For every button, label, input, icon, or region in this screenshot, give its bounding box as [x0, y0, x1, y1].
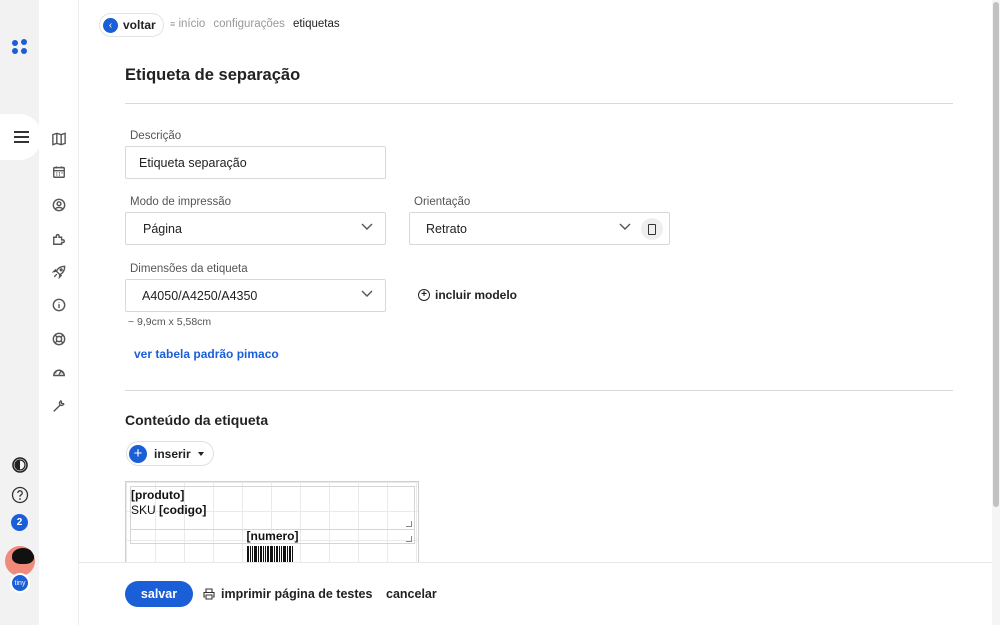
plus-icon: +: [129, 444, 147, 463]
scrollbar-thumb[interactable]: [993, 2, 999, 507]
chevron-down-icon: [361, 223, 373, 230]
dimensions-hint: ~ 9,9cm x 5,58cm: [128, 316, 212, 328]
menu-icon: [13, 136, 29, 138]
plus-circle-icon: +: [418, 289, 430, 301]
add-model-label: incluir modelo: [435, 288, 518, 302]
caret-down-icon: [197, 451, 204, 456]
resize-handle-icon[interactable]: [406, 536, 412, 542]
print-test-label: imprimir página de testes: [221, 587, 373, 601]
print-mode-label: Modo de impressão: [130, 196, 231, 208]
label-preview: [produto] SKU [codigo] [numero]: [125, 481, 419, 566]
lifebuoy-icon[interactable]: [51, 331, 67, 347]
back-label: voltar: [123, 18, 156, 32]
print-test-page-button[interactable]: imprimir página de testes: [203, 587, 372, 601]
info-icon[interactable]: [51, 297, 67, 313]
breadcrumb: ≡ início configurações etiquetas: [170, 18, 340, 30]
insert-label: inserir: [154, 446, 191, 461]
preview-code-field: [codigo]: [159, 503, 207, 517]
section-title: Conteúdo da etiqueta: [125, 412, 269, 428]
rocket-icon[interactable]: [51, 264, 67, 280]
puzzle-icon[interactable]: [51, 231, 67, 247]
contrast-toggle-button[interactable]: [10, 455, 29, 474]
description-label: Descrição: [130, 130, 182, 142]
dimensions-select[interactable]: A4050/A4250/A4350: [125, 279, 386, 312]
cancel-button[interactable]: cancelar: [386, 587, 437, 601]
divider: [125, 390, 953, 391]
user-circle-icon[interactable]: [51, 197, 67, 213]
dimensions-value: A4050/A4250/A4350: [142, 288, 258, 303]
help-button[interactable]: [10, 485, 29, 504]
page-scrollbar[interactable]: [992, 0, 1000, 625]
chevron-down-icon: [619, 223, 631, 230]
help-icon: [11, 486, 28, 503]
orientation-label: Orientação: [414, 196, 471, 208]
hamburger-menu-button[interactable]: [0, 114, 42, 160]
notification-badge[interactable]: 2: [11, 514, 28, 531]
printer-icon: [203, 588, 215, 600]
brand-badge[interactable]: tiny: [10, 573, 30, 593]
print-mode-value: Página: [143, 221, 182, 236]
chevron-down-icon: [361, 290, 373, 297]
print-mode-select[interactable]: Página: [125, 212, 386, 245]
wrench-icon[interactable]: [51, 398, 67, 414]
breadcrumb-current: etiquetas: [292, 18, 340, 30]
preview-number-block[interactable]: [numero]: [130, 529, 415, 544]
avatar[interactable]: [5, 546, 35, 576]
app-logo[interactable]: [11, 38, 29, 56]
breadcrumb-home[interactable]: ≡ início: [170, 18, 205, 30]
contrast-icon: [11, 456, 28, 473]
preview-sku-prefix: SKU: [131, 503, 160, 517]
preview-text-block[interactable]: [produto] SKU [codigo]: [130, 486, 415, 530]
preview-number-field: [numero]: [246, 529, 299, 543]
orientation-value: Retrato: [426, 221, 467, 236]
orientation-select[interactable]: Retrato: [409, 212, 670, 245]
divider: [125, 103, 953, 104]
left-rail: 2 tiny: [0, 0, 42, 625]
pimaco-table-link[interactable]: ver tabela padrão pimaco: [134, 347, 279, 361]
insert-button[interactable]: + inserir: [126, 441, 214, 466]
breadcrumb-settings[interactable]: configurações: [213, 18, 285, 30]
resize-handle-icon[interactable]: [406, 521, 412, 527]
map-icon[interactable]: [51, 131, 67, 147]
portrait-page-icon[interactable]: [641, 218, 663, 240]
description-input[interactable]: Etiqueta separação: [125, 146, 386, 179]
save-button[interactable]: salvar: [125, 581, 193, 607]
back-button[interactable]: ‹ voltar: [99, 13, 164, 37]
dimensions-label: Dimensões da etiqueta: [130, 263, 248, 275]
list-icon: ≡: [170, 19, 176, 29]
preview-product-field: [produto]: [131, 488, 185, 502]
dashboard-icon[interactable]: [51, 364, 67, 380]
add-model-button[interactable]: + incluir modelo: [418, 288, 517, 302]
calendar-icon[interactable]: [51, 164, 67, 180]
description-value: Etiqueta separação: [139, 155, 247, 170]
chevron-left-icon: ‹: [103, 17, 118, 33]
page-title: Etiqueta de separação: [125, 66, 301, 84]
